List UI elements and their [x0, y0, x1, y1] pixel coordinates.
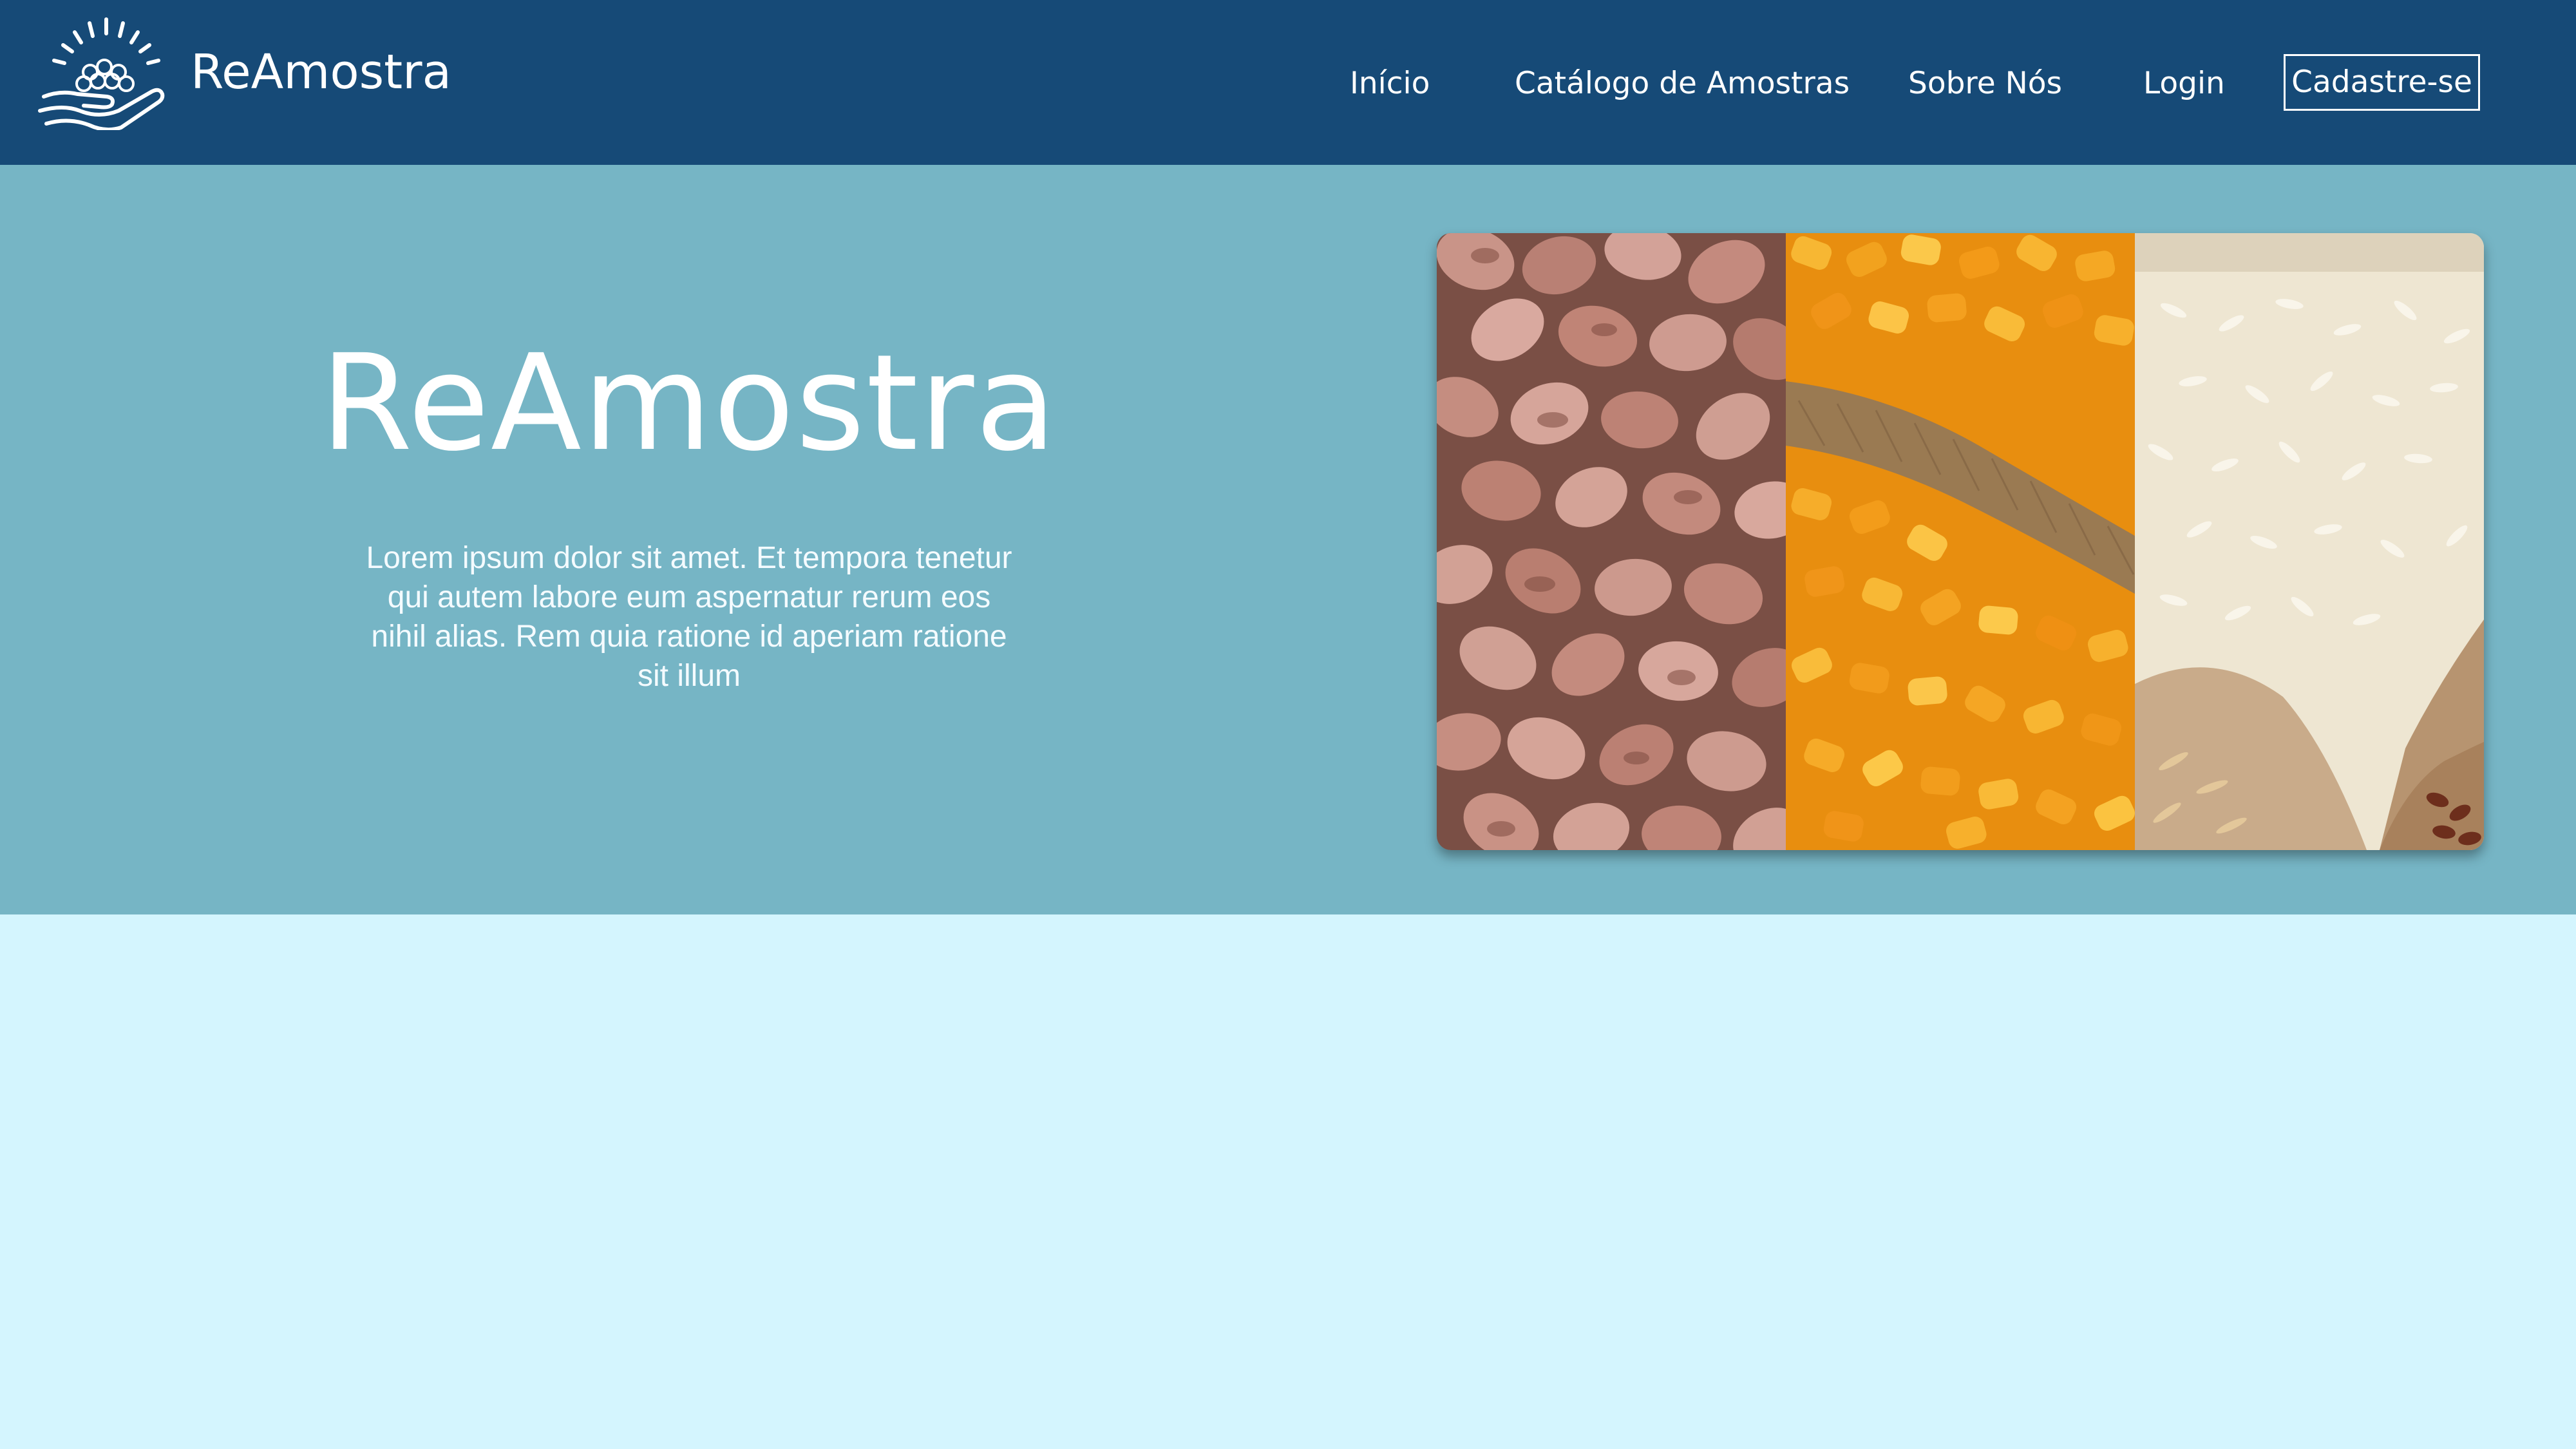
hero-description: Lorem ipsum dolor sit amet. Et tempora t… — [366, 541, 1012, 693]
hero-section: ReAmostra Lorem ipsum dolor sit amet. Et… — [0, 165, 2576, 914]
rice-photo — [2135, 233, 2484, 850]
top-navbar: ReAmostra Início Catálogo de Amostras So… — [0, 0, 2576, 165]
nav-link-inicio[interactable]: Início — [1350, 61, 1430, 106]
hero-title: ReAmostra — [320, 326, 1058, 480]
grain-gallery — [1437, 233, 2484, 850]
nav-link-login[interactable]: Login — [2143, 61, 2225, 106]
signup-button[interactable]: Cadastre-se — [2284, 54, 2480, 111]
nav-link-sobre[interactable]: Sobre Nós — [1908, 61, 2062, 106]
brand-name: ReAmostra — [191, 44, 451, 100]
beans-photo — [1437, 233, 1786, 850]
content-area — [0, 914, 2576, 1449]
corn-photo — [1786, 233, 2135, 850]
hand-with-seeds-and-sunrise-icon — [38, 17, 165, 130]
brand-home-link[interactable]: ReAmostra — [35, 14, 451, 130]
nav-link-catalogo[interactable]: Catálogo de Amostras — [1515, 61, 1850, 106]
